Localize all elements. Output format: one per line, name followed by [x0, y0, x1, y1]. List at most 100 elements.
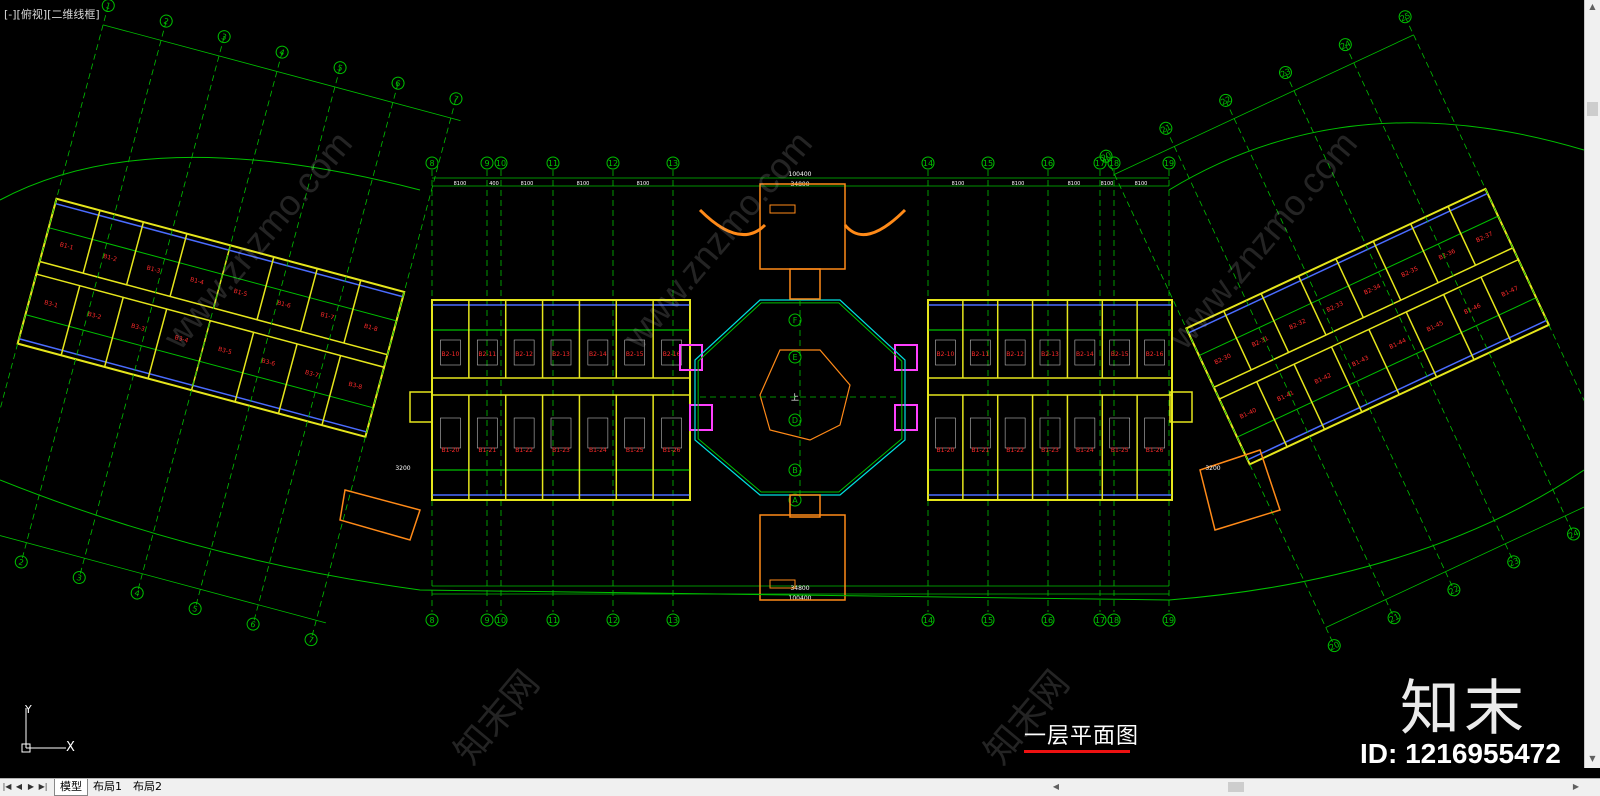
axis-bubble-bottom-13-label: 13: [668, 616, 678, 625]
ucs-x-label: X: [66, 740, 75, 755]
axis-bubble-bottom-12-label: 12: [608, 616, 618, 625]
site-boundary-arc: [1168, 122, 1584, 191]
left-axis-bubble-label: 2: [162, 17, 169, 27]
left-axis-bubble-label: 5: [191, 604, 198, 614]
drawing-title: 一层平面图: [1024, 724, 1140, 749]
left-wing-room-label: B3-2: [87, 311, 102, 321]
scroll-down-icon[interactable]: ▼: [1585, 752, 1600, 766]
axis-bubble-bottom-10-label: 10: [496, 616, 506, 625]
left-axis-bubble-label: 5: [336, 63, 343, 73]
scroll-up-icon[interactable]: ▲: [1585, 0, 1600, 14]
left-wing-room-label: B1-24: [589, 447, 607, 454]
prev-tab-icon[interactable]: ◀: [14, 781, 24, 793]
right-wing-room-label: B2-31: [1251, 335, 1270, 349]
floor-plan-drawing[interactable]: 8899101011111212131314141515161617171818…: [0, 0, 1584, 768]
left-wing-room-label: B3-5: [217, 346, 232, 356]
right-wing-bathroom: [1074, 417, 1096, 449]
stair-box: [894, 404, 918, 431]
left-wing-room-label: B2-14: [589, 351, 607, 358]
axis-bubble-bottom-9-label: 9: [484, 616, 489, 625]
tab-model[interactable]: 模型: [54, 779, 88, 796]
right-wing-room-wall: [1372, 240, 1402, 301]
horizontal-scroll-thumb[interactable]: [1228, 782, 1244, 792]
axis-bubble-bottom-8-label: 8: [429, 616, 434, 625]
right-wing-room-wall: [1405, 311, 1438, 378]
left-wing-room-label: B1-26: [663, 447, 681, 454]
dimension-bay-label: 8100: [637, 181, 650, 187]
right-wing-room-label: B1-42: [1313, 372, 1332, 386]
left-dimension-line: [0, 526, 326, 624]
axis-bubble-center-F-label: F: [793, 316, 798, 325]
left-wing-bathroom: [624, 417, 646, 449]
left-axis-bubble-label: 7: [307, 635, 314, 645]
stair-box: [689, 404, 713, 431]
left-wing-room-label: B3-3: [130, 323, 145, 333]
left-wing-room-label: B1-20: [442, 447, 460, 454]
axis-bubble-top-11-label: 11: [548, 159, 558, 168]
right-wing-corridor: [1218, 258, 1519, 400]
axis-bubble-top-8-label: 8: [429, 159, 434, 168]
left-axis-line-2: [20, 20, 167, 563]
right-wing-room-label: B2-11: [971, 351, 989, 358]
horizontal-scrollbar[interactable]: ◀ ▶: [1050, 781, 1584, 793]
right-wing-room-label: B2-37: [1475, 230, 1494, 244]
axis-bubble-top-10-label: 10: [496, 159, 506, 168]
dimension-bay-label: 8100: [1068, 181, 1081, 187]
tab-layout2[interactable]: 布局2: [128, 779, 167, 795]
stair-up-label: 上: [791, 393, 799, 402]
vertical-scrollbar[interactable]: ▲ ▼: [1584, 0, 1600, 768]
brand-watermark: 知末: [1400, 674, 1528, 744]
axis-bubble-center-A-label: A: [792, 496, 798, 505]
right-wing-room-wall: [1442, 294, 1475, 361]
scroll-right-icon[interactable]: ▶: [1570, 781, 1582, 793]
right-wing-room-label: B1-44: [1388, 337, 1407, 351]
axis-bubble-top-14-label: 14: [923, 159, 933, 168]
left-axis-bubble-label: 4: [133, 589, 140, 599]
right-wing-room-label: B2-30: [1213, 352, 1232, 366]
left-wing-room-label: B1-7: [320, 311, 335, 321]
right-wing-room-label: B1-47: [1500, 285, 1519, 299]
right-axis-line-25: [1404, 16, 1584, 507]
right-wing-room-wall: [1297, 275, 1327, 336]
viewport-controls-label[interactable]: [-][俯视][二维线框]: [4, 6, 100, 22]
left-axis-bubble-label: 3: [75, 573, 82, 583]
left-wing-room-label: B1-21: [478, 447, 496, 454]
left-axis-bubble-label: 2: [18, 557, 25, 567]
dimension-bay-label: 8100: [577, 181, 590, 187]
right-wing-room-label: B2-33: [1325, 300, 1344, 314]
north-link: [789, 268, 821, 300]
right-wing-room-label: B2-13: [1041, 351, 1059, 358]
right-wing-bathroom: [1109, 417, 1131, 449]
right-wing-room-label: B1-23: [1041, 447, 1059, 454]
left-wing-room-wall: [82, 210, 101, 274]
next-tab-icon[interactable]: ▶: [26, 781, 36, 793]
right-wing-room-label: B2-14: [1076, 351, 1094, 358]
last-tab-icon[interactable]: ▶|: [38, 781, 48, 793]
dimension-small-label: 3200: [395, 465, 410, 472]
right-wing-bathroom: [1144, 417, 1165, 449]
vertical-scroll-thumb[interactable]: [1587, 102, 1598, 116]
first-tab-icon[interactable]: |◀: [2, 781, 12, 793]
left-axis-bubble-label: 6: [249, 620, 256, 630]
tab-layout1[interactable]: 布局1: [88, 779, 127, 795]
scroll-left-icon[interactable]: ◀: [1050, 781, 1062, 793]
right-wing-room-label: B2-35: [1400, 265, 1419, 279]
axis-bubble-center-E-label: E: [792, 353, 797, 362]
left-wing-room-label: B2-12: [515, 351, 533, 358]
dimension-total-bottom: 100400: [789, 595, 812, 602]
right-wing-bathroom: [1004, 417, 1026, 449]
right-wing-room-label: B2-36: [1438, 248, 1457, 262]
left-dimension-line: [102, 24, 461, 122]
ucs-icon: [21, 708, 66, 753]
left-wing-room-label: B2-13: [552, 351, 570, 358]
drawing-canvas[interactable]: 8 8 9 9 10 10 11 11 12 12 13 13 14 14 15 15 16 16 17 17 18 18…: [0, 0, 1584, 771]
left-wing-bathroom: [440, 417, 461, 449]
left-wing-room-label: B1-23: [552, 447, 570, 454]
axis-bubble-top-9-label: 9: [484, 159, 489, 168]
right-wing-room-label: B1-26: [1146, 447, 1164, 454]
axis-bubble-bottom-18-label: 18: [1109, 616, 1119, 625]
left-wing-bathroom: [661, 417, 682, 449]
central-stair: [759, 349, 851, 441]
right-wing-room-label: B1-43: [1351, 354, 1370, 368]
left-wing-room-label: B1-3: [146, 265, 161, 275]
